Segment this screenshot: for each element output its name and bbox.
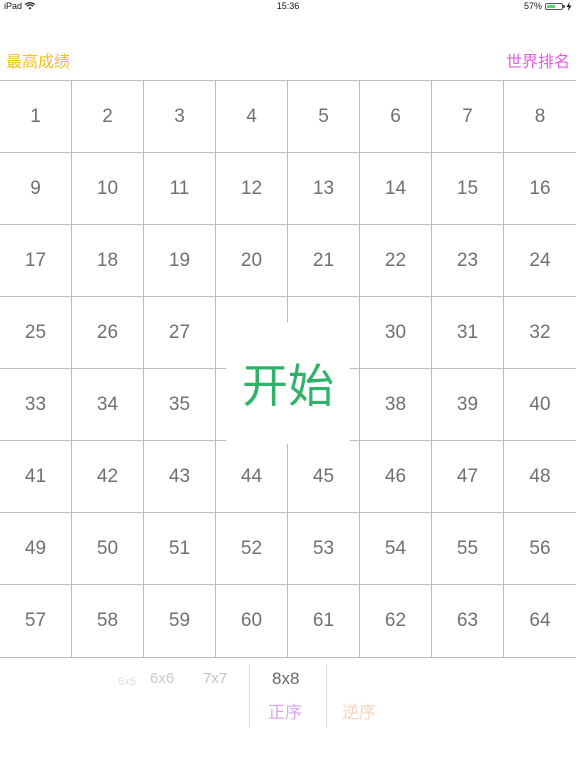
grid-cell[interactable]: 52 bbox=[216, 513, 288, 585]
grid-cell[interactable]: 57 bbox=[0, 585, 72, 657]
grid-cell[interactable]: 34 bbox=[72, 369, 144, 441]
grid-cell[interactable]: 50 bbox=[72, 513, 144, 585]
grid-cell[interactable]: 47 bbox=[432, 441, 504, 513]
battery-percent: 57% bbox=[523, 1, 542, 11]
order-descending-option[interactable]: 逆序 bbox=[342, 702, 376, 724]
grid-cell[interactable]: 25 bbox=[0, 297, 72, 369]
grid-cell[interactable]: 11 bbox=[144, 153, 216, 225]
grid-cell[interactable]: 41 bbox=[0, 441, 72, 513]
grid-cell[interactable]: 55 bbox=[432, 513, 504, 585]
grid-cell[interactable]: 38 bbox=[360, 369, 432, 441]
charging-bolt-icon bbox=[566, 1, 572, 11]
grid-cell[interactable]: 35 bbox=[144, 369, 216, 441]
grid-cell[interactable]: 40 bbox=[504, 369, 576, 441]
size-option-7x7[interactable]: 7x7 bbox=[203, 668, 227, 690]
size-option-8x8[interactable]: 8x8 bbox=[272, 668, 299, 690]
status-right: 57% bbox=[524, 0, 572, 12]
grid-cell[interactable]: 9 bbox=[0, 153, 72, 225]
grid-cell[interactable]: 43 bbox=[144, 441, 216, 513]
grid-cell[interactable]: 32 bbox=[504, 297, 576, 369]
grid-cell[interactable]: 44 bbox=[216, 441, 288, 513]
grid-cell[interactable]: 23 bbox=[432, 225, 504, 297]
grid-cell[interactable]: 13 bbox=[288, 153, 360, 225]
grid-cell[interactable]: 30 bbox=[360, 297, 432, 369]
divider-left bbox=[249, 664, 250, 728]
grid-cell[interactable]: 6 bbox=[360, 81, 432, 153]
grid-cell[interactable]: 48 bbox=[504, 441, 576, 513]
grid-cell[interactable]: 39 bbox=[432, 369, 504, 441]
size-option-6x6[interactable]: 6x6 bbox=[150, 668, 174, 690]
grid-cell[interactable]: 19 bbox=[144, 225, 216, 297]
grid-cell[interactable]: 7 bbox=[432, 81, 504, 153]
grid-cell[interactable]: 20 bbox=[216, 225, 288, 297]
start-button[interactable]: 开始 bbox=[226, 322, 350, 444]
grid-cell[interactable]: 59 bbox=[144, 585, 216, 657]
grid-cell[interactable]: 63 bbox=[432, 585, 504, 657]
size-option-5x5[interactable]: 5x5 bbox=[118, 671, 136, 693]
status-bar: iPad 15:36 57% bbox=[0, 0, 576, 12]
grid-size-selector: 5x5 6x6 7x7 8x8 bbox=[0, 668, 576, 692]
grid-cell[interactable]: 4 bbox=[216, 81, 288, 153]
grid-cell[interactable]: 3 bbox=[144, 81, 216, 153]
grid-cell[interactable]: 46 bbox=[360, 441, 432, 513]
grid-cell[interactable]: 5 bbox=[288, 81, 360, 153]
grid-cell[interactable]: 58 bbox=[72, 585, 144, 657]
grid-cell[interactable]: 14 bbox=[360, 153, 432, 225]
grid-cell[interactable]: 12 bbox=[216, 153, 288, 225]
grid-cell[interactable]: 56 bbox=[504, 513, 576, 585]
grid-cell[interactable]: 54 bbox=[360, 513, 432, 585]
grid-cell[interactable]: 61 bbox=[288, 585, 360, 657]
grid-cell[interactable]: 26 bbox=[72, 297, 144, 369]
grid-cell[interactable]: 45 bbox=[288, 441, 360, 513]
grid-cell[interactable]: 33 bbox=[0, 369, 72, 441]
battery-icon bbox=[545, 2, 565, 10]
best-score-link[interactable]: 最高成绩 bbox=[6, 53, 70, 73]
grid-cell[interactable]: 15 bbox=[432, 153, 504, 225]
grid-cell[interactable]: 62 bbox=[360, 585, 432, 657]
grid-cell[interactable]: 17 bbox=[0, 225, 72, 297]
grid-cell[interactable]: 2 bbox=[72, 81, 144, 153]
grid-cell[interactable]: 64 bbox=[504, 585, 576, 657]
grid-cell[interactable]: 31 bbox=[432, 297, 504, 369]
grid-cell[interactable]: 27 bbox=[144, 297, 216, 369]
grid-cell[interactable]: 60 bbox=[216, 585, 288, 657]
grid-cell[interactable]: 16 bbox=[504, 153, 576, 225]
grid-cell[interactable]: 22 bbox=[360, 225, 432, 297]
grid-cell[interactable]: 10 bbox=[72, 153, 144, 225]
grid-cell[interactable]: 18 bbox=[72, 225, 144, 297]
grid-cell[interactable]: 8 bbox=[504, 81, 576, 153]
grid-cell[interactable]: 53 bbox=[288, 513, 360, 585]
order-ascending-option[interactable]: 正序 bbox=[268, 702, 302, 724]
grid-cell[interactable]: 24 bbox=[504, 225, 576, 297]
status-time: 15:36 bbox=[276, 1, 300, 11]
grid-cell[interactable]: 1 bbox=[0, 81, 72, 153]
grid-cell[interactable]: 51 bbox=[144, 513, 216, 585]
grid-cell[interactable]: 49 bbox=[0, 513, 72, 585]
grid-cell[interactable]: 21 bbox=[288, 225, 360, 297]
divider-right bbox=[326, 664, 327, 728]
world-rank-link[interactable]: 世界排名 bbox=[506, 53, 570, 73]
grid-cell[interactable]: 42 bbox=[72, 441, 144, 513]
